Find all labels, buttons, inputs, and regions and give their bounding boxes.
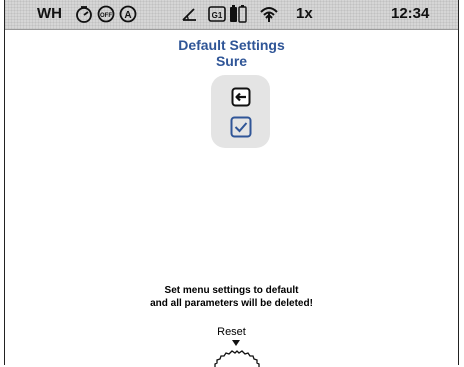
clock-time: 12:34 bbox=[391, 5, 430, 22]
wifi-icon bbox=[260, 7, 278, 22]
page-subtitle: Sure bbox=[215, 53, 248, 69]
auto-icon: A bbox=[119, 5, 137, 23]
zoom-indicator: 1x bbox=[296, 5, 313, 22]
page-title: Default Settings bbox=[178, 37, 285, 53]
g1-icon: G1 bbox=[208, 6, 226, 22]
svg-text:OFF: OFF bbox=[100, 13, 112, 19]
mode-indicator: WH bbox=[37, 5, 62, 22]
rotary-dial-icon[interactable] bbox=[209, 345, 265, 367]
confirm-panel bbox=[211, 75, 270, 148]
warning-line-1: Set menu settings to default bbox=[164, 285, 299, 296]
back-icon[interactable] bbox=[231, 87, 251, 107]
device-screen: WH OFF A G1 1x 12:34 Default Settings Su… bbox=[4, 0, 459, 367]
svg-text:G1: G1 bbox=[212, 11, 223, 20]
clock-off-icon: OFF bbox=[97, 5, 115, 23]
status-bar: WH OFF A G1 1x 12:34 bbox=[5, 0, 458, 30]
svg-text:A: A bbox=[124, 10, 131, 21]
angle-icon bbox=[182, 8, 196, 21]
battery-icon bbox=[230, 5, 247, 23]
warning-line-2: and all parameters will be deleted! bbox=[150, 298, 313, 309]
timer-icon bbox=[76, 6, 92, 23]
reset-label: Reset bbox=[217, 326, 246, 338]
confirm-checkbox-icon[interactable] bbox=[230, 116, 252, 138]
